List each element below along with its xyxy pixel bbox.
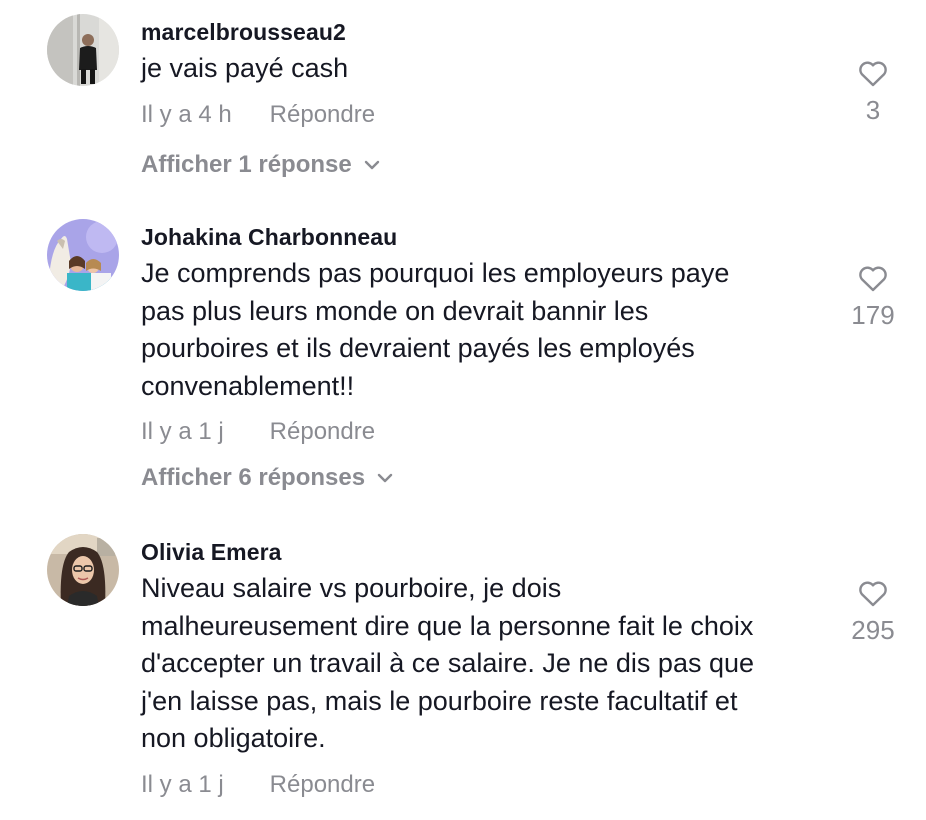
like-count: 3 (865, 95, 881, 125)
view-replies-button[interactable]: Afficher 6 réponses (141, 463, 393, 493)
comment-text: Niveau salaire vs pourboire, je dois mal… (141, 573, 755, 753)
comment-timestamp: Il y a 1 j (141, 770, 224, 798)
view-replies-label: Afficher 6 réponses (141, 464, 366, 491)
view-replies-button[interactable]: Afficher 1 réponse (141, 150, 380, 180)
heart-outline-icon (859, 581, 887, 607)
reply-button[interactable]: Répondre (270, 101, 375, 128)
like-button[interactable]: 179 (838, 261, 908, 330)
heart-outline-icon (859, 61, 887, 87)
comment-text: je vais payé cash (141, 53, 349, 83)
comment-meta: Il y a 4 h Répondre (141, 100, 831, 130)
comment-username[interactable]: Johakina Charbonneau (141, 223, 831, 251)
avatar[interactable] (47, 534, 119, 606)
chevron-down-icon (364, 160, 379, 169)
heart-outline-icon (859, 266, 887, 292)
comment-meta: Il y a 1 j Répondre (141, 417, 831, 447)
comment-username[interactable]: Olivia Emera (141, 538, 831, 566)
like-button[interactable]: 3 (838, 56, 908, 125)
comment-timestamp: Il y a 4 h (141, 100, 232, 128)
like-count: 179 (851, 300, 895, 330)
comment-text: Je comprends pas pourquoi les employeurs… (141, 258, 730, 401)
avatar[interactable] (47, 14, 119, 86)
comment-timestamp: Il y a 1 j (141, 418, 224, 445)
reply-button[interactable]: Répondre (270, 418, 375, 445)
view-replies-label: Afficher 1 réponse (141, 150, 352, 178)
comment-meta: Il y a 1 j Répondre (141, 770, 831, 800)
comment-username[interactable]: marcelbrousseau2 (141, 18, 831, 46)
avatar[interactable] (47, 219, 119, 291)
reply-button[interactable]: Répondre (270, 771, 375, 798)
chevron-down-icon (377, 473, 393, 483)
like-count: 295 (851, 615, 895, 645)
like-button[interactable]: 295 (838, 576, 908, 645)
